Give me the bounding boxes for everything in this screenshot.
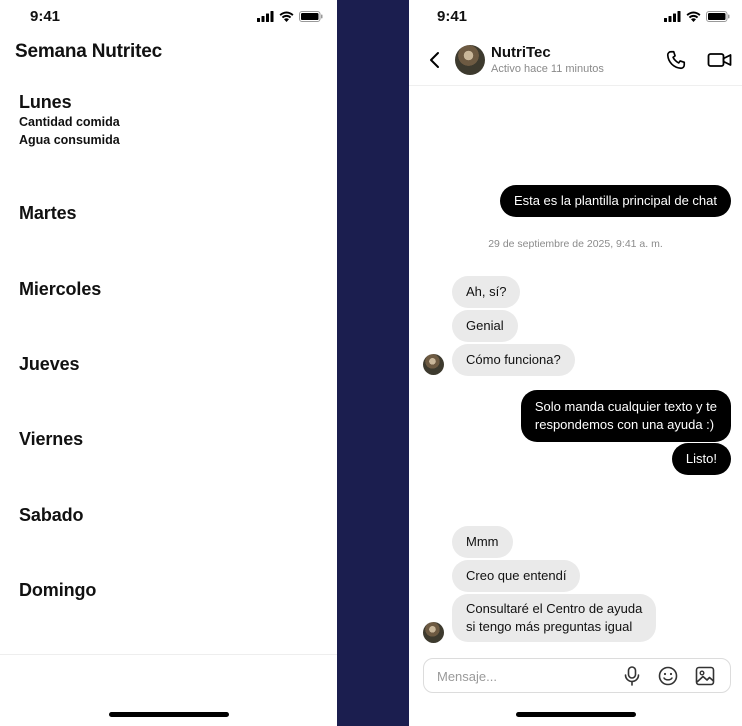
message-line: Solo manda cualquier texto y te [534,399,717,414]
message-bubble[interactable]: Genial [452,310,518,342]
home-indicator[interactable] [108,712,229,717]
wifi-icon [279,11,294,22]
message-timestamp: 29 de septiembre de 2025, 9:41 a. m. [488,238,663,250]
day-viernes[interactable]: Viernes [19,429,83,450]
divider [0,654,337,655]
page-title: Semana Nutritec [15,41,162,62]
message-line: respondemos con una ayuda :) [534,417,715,432]
day-lunes[interactable]: Lunes [19,92,72,113]
microphone-icon[interactable] [621,665,643,687]
message-line: si tengo más preguntas igual [466,619,633,634]
message-bubble[interactable]: Consultaré el Centro de ayuda si tengo m… [452,594,657,642]
chat-header: NutriTec Activo hace 11 minutos [409,34,742,86]
chat-screen: 9:41 NutriTec Activo hace 11 minutos Est… [409,0,742,726]
contact-avatar-small [423,354,444,375]
status-time: 9:41 [30,7,61,25]
contact-avatar[interactable] [455,45,485,75]
message-bubble[interactable]: Listo! [671,443,731,475]
day-martes[interactable]: Martes [19,203,77,224]
emoji-icon[interactable] [657,665,679,687]
message-bubble[interactable]: Ah, sí? [452,276,521,308]
day-domingo[interactable]: Domingo [19,580,96,601]
image-icon[interactable] [694,665,716,687]
phone-icon[interactable] [665,49,687,71]
day-jueves[interactable]: Jueves [19,354,80,375]
message-line: Consultaré el Centro de ayuda [466,601,643,616]
battery-icon [706,10,730,22]
status-bar: 9:41 [409,0,742,32]
message-bubble[interactable]: Mmm [452,526,513,558]
message-bubble[interactable]: Cómo funciona? [452,344,575,376]
contact-status: Activo hace 11 minutos [491,63,604,75]
contact-avatar-small [423,622,444,643]
day-miercoles[interactable]: Miercoles [19,279,101,300]
wifi-icon [686,11,701,22]
status-bar: 9:41 [0,0,337,32]
message-input[interactable] [437,667,617,685]
battery-icon [299,10,323,22]
day-sabado[interactable]: Sabado [19,505,84,526]
week-screen: 9:41 Semana Nutritec Lunes Cantidad comi… [0,0,337,726]
home-indicator[interactable] [515,712,636,717]
status-time: 9:41 [437,7,468,25]
back-icon[interactable] [427,50,443,70]
message-bubble[interactable]: Creo que entendí [452,560,581,592]
signal-icon [664,10,681,22]
message-composer [423,658,731,693]
contact-name: NutriTec [491,44,551,61]
video-icon[interactable] [707,49,733,71]
day-detail-food: Cantidad comida [19,115,120,129]
day-detail-water: Agua consumida [19,133,120,147]
message-bubble[interactable]: Solo manda cualquier texto y te responde… [520,390,731,442]
message-bubble[interactable]: Esta es la plantilla principal de chat [499,185,731,217]
signal-icon [257,10,274,22]
